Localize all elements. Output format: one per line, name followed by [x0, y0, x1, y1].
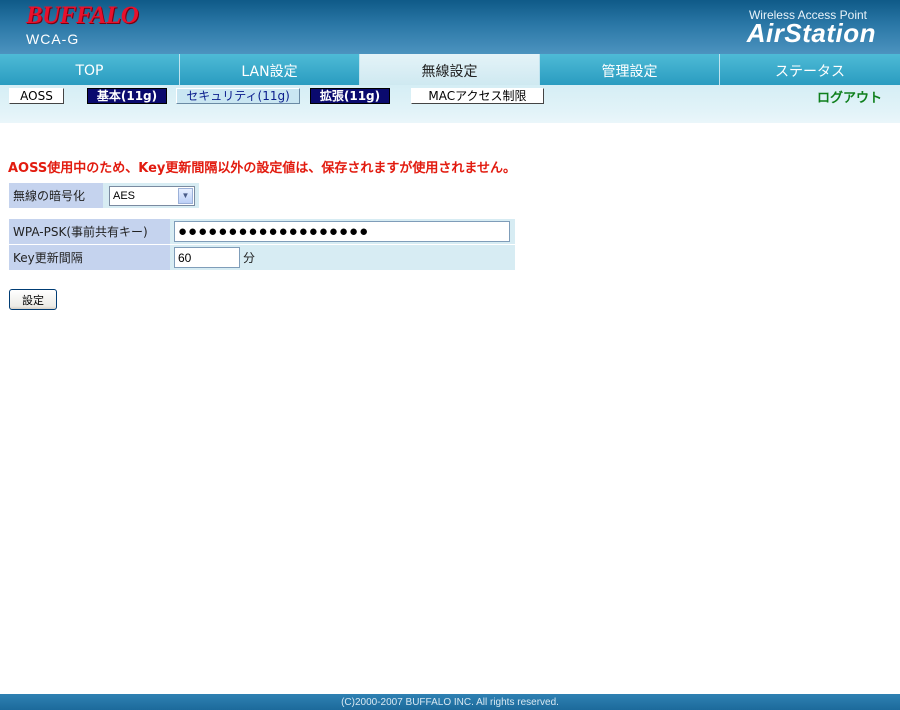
tab-wireless-settings[interactable]: 無線設定: [360, 54, 540, 85]
main-nav: TOP LAN設定 無線設定 管理設定 ステータス: [0, 54, 900, 85]
save-settings-button[interactable]: 設定: [9, 289, 57, 310]
tab-status[interactable]: ステータス: [720, 54, 900, 85]
subtab-security-11g[interactable]: セキュリティ(11g): [176, 88, 300, 104]
encryption-select[interactable]: AES ▼: [109, 185, 195, 206]
key-interval-cell: 60 分: [170, 245, 515, 270]
wpa-psk-label: WPA-PSK(事前共有キー): [9, 219, 170, 244]
model-name: WCA-G: [26, 31, 80, 47]
subtab-advanced-11g[interactable]: 拡張(11g): [310, 88, 390, 104]
subtab-mac-access-control[interactable]: MACアクセス制限: [411, 88, 544, 104]
wpa-psk-masked-value: ●●●●●●●●●●●●●●●●●●●: [178, 223, 370, 240]
key-interval-value: 60: [178, 250, 192, 265]
encryption-row: 無線の暗号化 AES ▼: [9, 183, 199, 208]
key-interval-input[interactable]: 60: [174, 247, 240, 268]
buffalo-logo: BUFFALO: [26, 2, 139, 29]
subtab-aoss[interactable]: AOSS: [9, 88, 64, 104]
airstation-logo: AirStation: [746, 18, 876, 48]
wpa-psk-cell: ●●●●●●●●●●●●●●●●●●●: [170, 219, 515, 244]
header-bar: BUFFALO WCA-G Wireless Access Point AirS…: [0, 0, 900, 54]
subtab-basic-11g[interactable]: 基本(11g): [87, 88, 167, 104]
key-interval-unit: 分: [243, 251, 256, 265]
encryption-selected-value: AES: [113, 189, 136, 202]
chevron-down-icon[interactable]: ▼: [178, 187, 193, 204]
key-interval-label: Key更新間隔: [9, 245, 170, 270]
tab-top[interactable]: TOP: [0, 54, 180, 85]
logout-link[interactable]: ログアウト: [817, 87, 882, 106]
wpa-psk-input[interactable]: ●●●●●●●●●●●●●●●●●●●: [174, 221, 510, 242]
encryption-cell: AES ▼: [103, 183, 199, 208]
encryption-label: 無線の暗号化: [9, 183, 103, 208]
footer-copyright: (C)2000-2007 BUFFALO INC. All rights res…: [0, 694, 900, 710]
tab-admin-settings[interactable]: 管理設定: [540, 54, 720, 85]
aoss-warning-message: AOSS使用中のため、Key更新間隔以外の設定値は、保存されますが使用されません…: [8, 161, 517, 176]
wpa-psk-row: WPA-PSK(事前共有キー) ●●●●●●●●●●●●●●●●●●●: [9, 219, 515, 244]
sub-nav: AOSS 基本(11g) セキュリティ(11g) 拡張(11g) MACアクセス…: [0, 85, 900, 123]
tab-lan-settings[interactable]: LAN設定: [180, 54, 360, 85]
key-interval-row: Key更新間隔 60 分: [9, 245, 515, 270]
